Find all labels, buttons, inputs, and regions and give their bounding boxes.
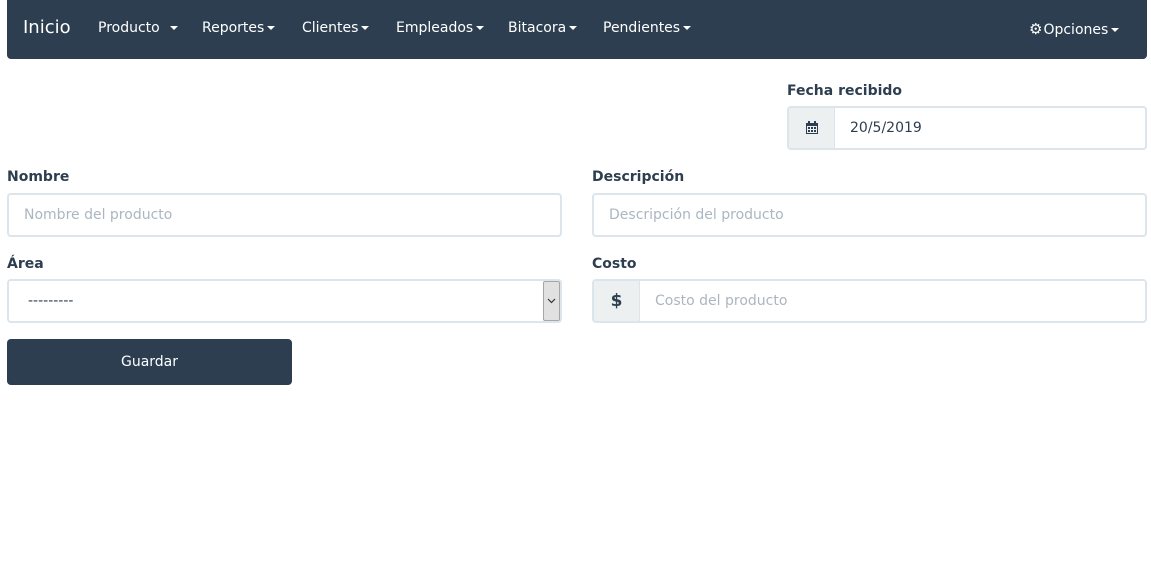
chevron-down-icon — [547, 298, 556, 304]
select-arrow[interactable] — [543, 281, 560, 321]
save-button[interactable]: Guardar — [7, 339, 292, 385]
caret-down-icon — [476, 26, 485, 30]
gear-icon: ⚙ — [1029, 20, 1043, 38]
costo-label: Costo — [592, 256, 637, 272]
descripcion-placeholder: Descripción del producto — [609, 207, 784, 223]
costo-placeholder: Costo del producto — [655, 293, 788, 309]
descripcion-field[interactable]: Descripción del producto — [592, 193, 1147, 237]
caret-down-icon — [1111, 28, 1120, 32]
nav-empleados[interactable]: Empleados — [396, 20, 485, 36]
dollar-icon: $ — [610, 291, 623, 311]
fecha-label: Fecha recibido — [787, 83, 903, 99]
navbar: Inicio Producto Reportes Clientes Emplea… — [7, 0, 1147, 59]
nav-producto[interactable]: Producto — [98, 20, 179, 36]
nav-producto-label: Producto — [98, 20, 160, 36]
nombre-placeholder: Nombre del producto — [24, 207, 173, 223]
nav-bitacora[interactable]: Bitacora — [508, 20, 578, 36]
caret-down-icon — [170, 26, 179, 30]
calendar-icon — [805, 121, 818, 134]
nav-opciones-label: Opciones — [1043, 22, 1109, 38]
fecha-addon — [789, 108, 835, 148]
nav-opciones[interactable]: ⚙Opciones — [1029, 20, 1120, 38]
area-label: Área — [7, 256, 44, 272]
nav-reportes-label: Reportes — [202, 20, 265, 36]
brand-link[interactable]: Inicio — [23, 17, 71, 38]
dollar-addon: $ — [594, 281, 640, 321]
nav-pendientes-label: Pendientes — [603, 20, 681, 36]
fecha-input-group[interactable]: 20/5/2019 — [787, 106, 1147, 150]
nav-empleados-label: Empleados — [396, 20, 474, 36]
nav-reportes[interactable]: Reportes — [202, 20, 276, 36]
fecha-input[interactable]: 20/5/2019 — [850, 108, 922, 148]
area-selected-value: --------- — [28, 293, 74, 309]
descripcion-label: Descripción — [592, 169, 685, 185]
nav-bitacora-label: Bitacora — [508, 20, 567, 36]
area-select[interactable]: --------- — [7, 279, 562, 323]
caret-down-icon — [569, 26, 578, 30]
caret-down-icon — [361, 26, 370, 30]
costo-input-group[interactable]: $ Costo del producto — [592, 279, 1147, 323]
nav-clientes-label: Clientes — [302, 20, 359, 36]
nav-clientes[interactable]: Clientes — [302, 20, 370, 36]
nombre-label: Nombre — [7, 169, 70, 185]
caret-down-icon — [267, 26, 276, 30]
nombre-field[interactable]: Nombre del producto — [7, 193, 562, 237]
nav-pendientes[interactable]: Pendientes — [603, 20, 692, 36]
caret-down-icon — [683, 26, 692, 30]
